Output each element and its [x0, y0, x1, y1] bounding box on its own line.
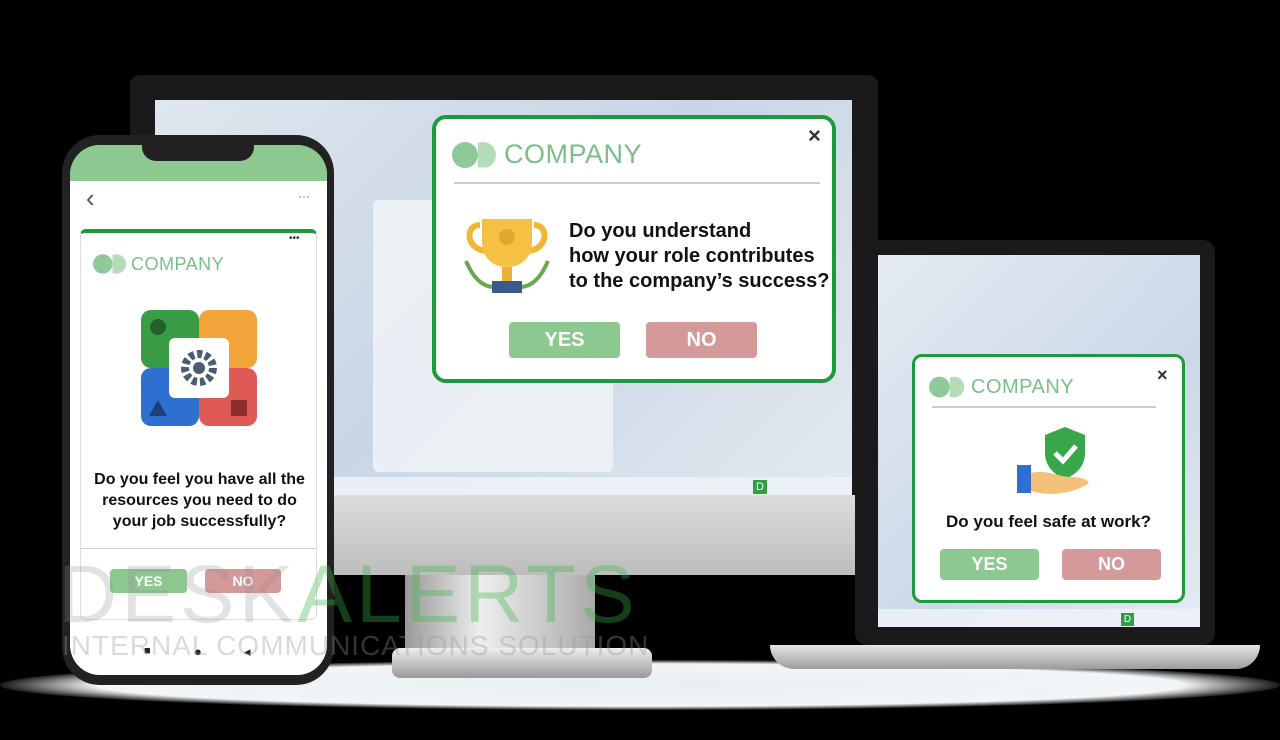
alert-question: Do you feel you have all the resources y…: [94, 471, 305, 530]
trophy-icon: [464, 219, 550, 293]
company-logo: COMPANY: [93, 251, 224, 277]
logo-mark: [452, 141, 496, 168]
taskbar: [878, 609, 1200, 627]
watermark-brand: DESK: [58, 549, 298, 640]
close-icon[interactable]: ×: [808, 123, 821, 149]
question-line: to the company’s success?: [569, 270, 830, 292]
laptop-base: [770, 645, 1260, 669]
company-name: COMPANY: [504, 139, 643, 169]
taskbar-badge[interactable]: D: [1121, 613, 1134, 626]
alert-question: Do you feel safe at work?: [946, 512, 1151, 531]
monitor-alert-popup: COMPANY × Do you understand how your rol…: [432, 115, 836, 383]
company-name: COMPANY: [971, 375, 1075, 398]
gear-puzzle-icon: [141, 310, 257, 426]
divider: [454, 182, 820, 184]
company-logo: COMPANY: [929, 374, 1074, 400]
back-button[interactable]: ‹: [86, 183, 95, 214]
divider: [932, 406, 1156, 408]
close-icon[interactable]: ×: [1157, 365, 1168, 386]
laptop-alert-popup: COMPANY × Do you feel safe at work? YES …: [912, 354, 1185, 603]
more-icon[interactable]: ···: [298, 189, 310, 203]
company-logo: COMPANY: [452, 139, 642, 170]
watermark-logo: DESKALERTS: [58, 548, 639, 642]
watermark-brand-accent: ALERTS: [297, 549, 639, 640]
shield-check-hand-icon: [1017, 427, 1089, 494]
no-button[interactable]: NO: [1062, 549, 1161, 580]
logo-mark: [93, 254, 126, 274]
notch: [142, 145, 254, 161]
no-button[interactable]: NO: [646, 322, 757, 358]
yes-button[interactable]: YES: [940, 549, 1039, 580]
company-name: COMPANY: [131, 253, 225, 274]
taskbar-badge[interactable]: D: [753, 480, 767, 494]
question-line: Do you understand: [569, 220, 752, 242]
alert-question: Do you understand how your role contribu…: [569, 219, 829, 294]
logo-mark: [929, 376, 965, 398]
yes-button[interactable]: YES: [509, 322, 620, 358]
question-line: how your role contributes: [569, 245, 815, 267]
watermark-tagline: INTERNAL COMMUNICATIONS SOLUTION: [62, 630, 650, 661]
card-menu-icon[interactable]: •••: [289, 233, 300, 244]
